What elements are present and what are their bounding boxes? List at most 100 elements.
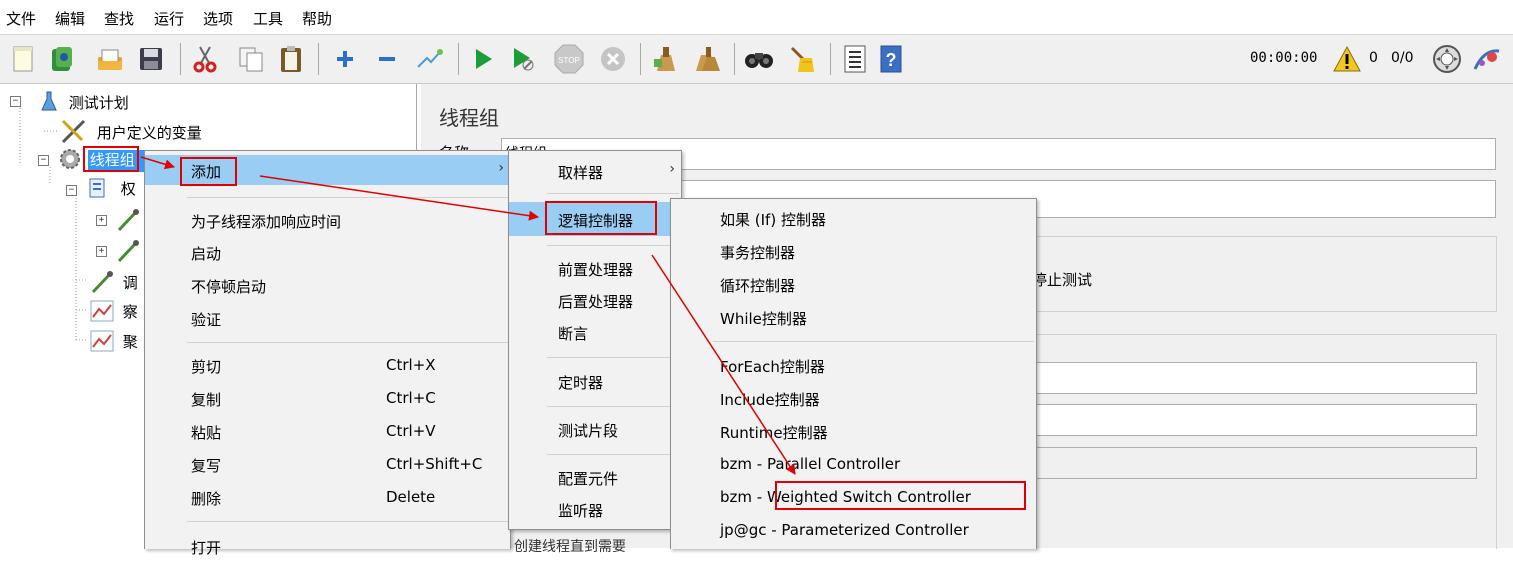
menu-item-label: 验证 [191,311,222,329]
logger-icon[interactable] [1472,45,1502,77]
logic-item-parameterized[interactable]: jp@gc - Parameterized Controller [671,515,1036,545]
menu-tools[interactable]: 工具 [253,8,283,29]
collapse-toggle[interactable]: − [10,96,21,107]
ramp-up-field[interactable] [1011,404,1477,436]
menu-item-label: 测试片段 [558,422,619,440]
menu-item-label: 添加 [191,163,222,181]
menu-edit[interactable]: 编辑 [55,8,85,29]
chevron-right-icon: › [669,161,675,177]
thread-count-field[interactable] [1011,362,1477,394]
tree-item-label: 察 [122,303,138,321]
thread-count: 0/0 [1391,50,1414,66]
new-icon[interactable] [8,44,38,74]
reset-search-icon[interactable] [786,44,816,74]
menu-item-label: While控制器 [720,310,807,328]
submenu-item-config-element[interactable]: 配置元件› [509,462,681,492]
logic-item-foreach[interactable]: ForEach控制器 [671,350,1036,380]
submenu-item-listener[interactable]: 监听器› [509,494,681,524]
toggle-icon[interactable] [414,44,444,74]
tree-item-debug[interactable]: 调 [90,270,138,294]
collapse-toggle[interactable]: − [66,185,77,196]
menu-item-delete[interactable]: 删除 Delete [145,482,510,512]
start-no-pause-icon[interactable] [508,44,538,74]
submenu-item-post-processor[interactable]: 后置处理器› [509,285,681,315]
submenu-item-pre-processor[interactable]: 前置处理器› [509,253,681,283]
submenu-item-timer[interactable]: 定时器› [509,366,681,396]
expand-toggle[interactable]: + [96,215,107,226]
logic-item-runtime[interactable]: Runtime控制器 [671,416,1036,446]
menu-item-start-no-pause[interactable]: 不停顿启动 [145,270,510,300]
menu-file[interactable]: 文件 [6,8,36,29]
menu-item-label: Include控制器 [720,391,820,409]
tree-item-thread-group[interactable]: 线程组 [58,147,145,173]
logic-item-transaction[interactable]: 事务控制器 [671,236,1036,266]
templates-icon[interactable] [47,44,77,74]
collapse-toggle[interactable]: − [38,155,49,166]
menu-item-label: 粘贴 [191,424,222,442]
menu-item-add-think-times[interactable]: 为子线程添加响应时间 [145,205,510,235]
menu-item-start[interactable]: 启动 [145,237,510,267]
search-icon[interactable] [744,44,774,74]
logic-item-include[interactable]: Include控制器 [671,383,1036,413]
stop-test-option[interactable]: 停止测试 [1032,269,1092,290]
submenu-item-sampler[interactable]: 取样器 › [509,156,681,186]
cut-icon[interactable] [190,44,220,74]
tree-item-test-plan[interactable]: 测试计划 [40,90,129,112]
menu-item-add[interactable]: 添加 › [145,155,510,185]
shortcut-label: Ctrl+Shift+C [386,455,483,473]
loop-count-field[interactable] [1011,447,1477,479]
menu-item-label: 事务控制器 [720,244,796,262]
chart-icon [90,300,114,322]
menu-help[interactable]: 帮助 [302,8,332,29]
warning-icon[interactable] [1332,45,1362,77]
gear-icon [60,149,80,169]
tree-item-user-variables[interactable]: 用户定义的变量 [60,118,202,144]
tree-item-listener-2[interactable]: 聚 [90,330,138,354]
stop-icon[interactable]: STOP [554,44,584,74]
expand-icon[interactable] [330,44,360,74]
menu-options[interactable]: 选项 [203,8,233,29]
menu-item-label: bzm - Parallel Controller [720,455,901,473]
collapse-icon[interactable] [372,44,402,74]
submenu-item-test-fragment[interactable]: 测试片段› [509,414,681,444]
shutdown-icon[interactable] [598,44,628,74]
logic-item-while[interactable]: While控制器 [671,302,1036,332]
menu-item-paste[interactable]: 粘贴 Ctrl+V [145,416,510,446]
tree-item-listener-1[interactable]: 察 [90,300,138,324]
menu-item-label: 前置处理器 [558,261,634,279]
submenu-item-assertion[interactable]: 断言› [509,317,681,347]
tree-item-child-1[interactable]: 权 [88,177,136,203]
logic-controller-submenu: 如果 (If) 控制器 事务控制器 循环控制器 While控制器 ForEach… [670,198,1037,549]
logic-item-if[interactable]: 如果 (If) 控制器 [671,203,1036,233]
clear-all-icon[interactable] [692,44,722,74]
remote-status-icon[interactable] [1432,44,1462,78]
submenu-item-logic-controller[interactable]: 逻辑控制器› [509,202,681,236]
expand-toggle[interactable]: + [96,246,107,257]
menu-item-duplicate[interactable]: 复写 Ctrl+Shift+C [145,449,510,479]
warning-count: 0 [1369,50,1378,66]
start-icon[interactable] [468,44,498,74]
tree-item-label: 测试计划 [68,94,129,112]
menu-item-cut[interactable]: 剪切 Ctrl+X [145,350,510,380]
paste-icon[interactable] [276,44,306,74]
tree-item-label: 聚 [122,333,138,351]
open-icon[interactable] [95,44,125,74]
logic-item-loop[interactable]: 循环控制器 [671,269,1036,299]
help-icon[interactable]: ? [876,44,906,74]
menu-item-open[interactable]: 打开 [145,531,510,561]
menu-run[interactable]: 运行 [154,8,184,29]
menu-find[interactable]: 查找 [104,8,134,29]
svg-text:?: ? [886,50,897,70]
copy-icon[interactable] [236,44,266,74]
logic-item-weighted-switch[interactable]: bzm - Weighted Switch Controller [671,482,1036,512]
menu-item-copy[interactable]: 复制 Ctrl+C [145,383,510,413]
function-helper-icon[interactable] [840,44,870,74]
partial-hint-text: 创建线程直到需要 [514,539,626,555]
tree-item-label: 用户定义的变量 [96,124,202,142]
clear-icon[interactable] [650,44,680,74]
menu-item-label: 后置处理器 [558,293,634,311]
menu-item-validate[interactable]: 验证 [145,303,510,333]
logic-item-parallel[interactable]: bzm - Parallel Controller [671,449,1036,479]
menu-item-label: 定时器 [558,374,604,392]
save-icon[interactable] [136,44,166,74]
